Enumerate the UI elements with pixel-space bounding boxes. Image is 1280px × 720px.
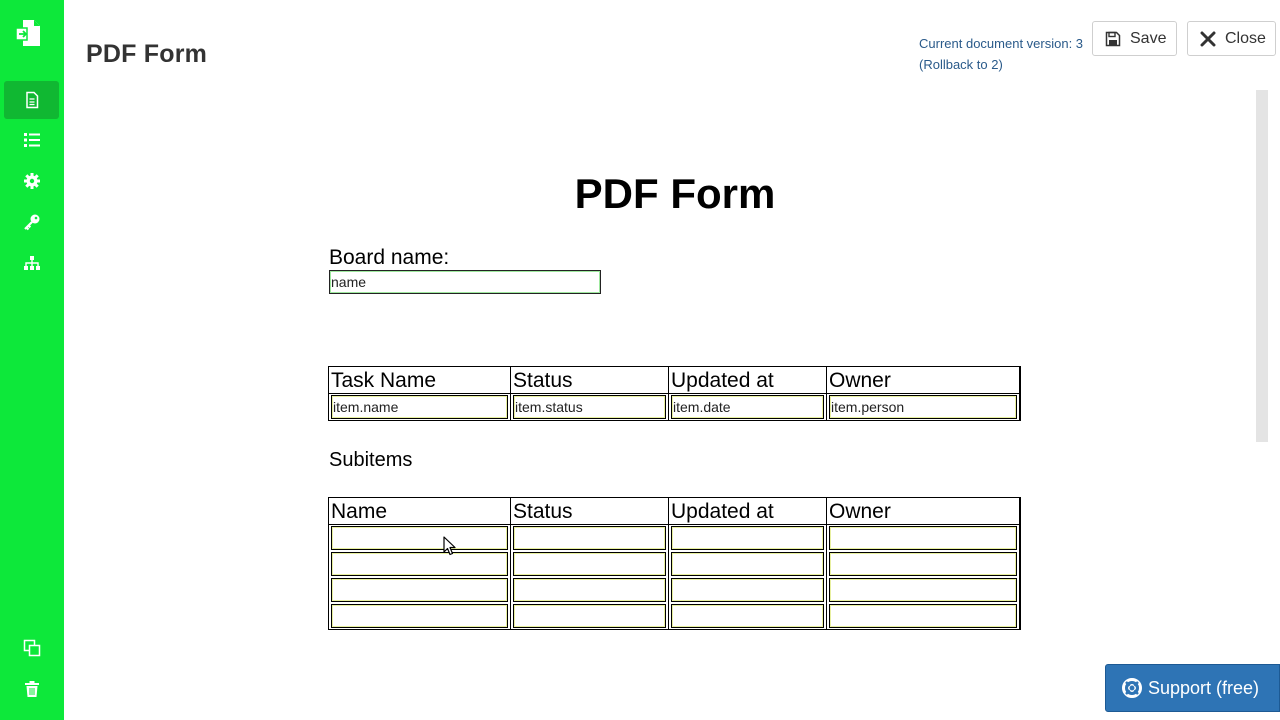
table-row: item.name item.status item.date item.per… [329, 394, 1020, 420]
subitem-name-field[interactable] [331, 604, 508, 628]
subitem-date-field[interactable] [671, 526, 824, 550]
subitem-owner-field[interactable] [829, 552, 1017, 576]
table-cell [329, 603, 511, 629]
subitem-name-field[interactable] [331, 526, 508, 550]
close-button[interactable]: Close [1187, 21, 1276, 56]
trash-icon [24, 681, 39, 697]
table-cell [827, 577, 1020, 603]
column-header: Owner [827, 498, 1020, 525]
sidebar-item-settings[interactable] [4, 162, 59, 200]
table-cell [511, 603, 669, 629]
table-cell [329, 525, 511, 551]
sitemap-icon [23, 256, 40, 270]
document-icon [25, 91, 38, 109]
support-label: Support (free) [1148, 677, 1260, 698]
table-cell [827, 525, 1020, 551]
subitem-name-field[interactable] [331, 578, 508, 602]
version-text: Current document version: 3 [919, 36, 1084, 51]
column-header: Task Name [329, 367, 511, 394]
table-cell: item.status [511, 394, 669, 420]
key-icon [23, 214, 39, 231]
table-cell [511, 525, 669, 551]
sidebar [0, 0, 64, 720]
subitem-status-field[interactable] [513, 578, 666, 602]
subitems-table: Name Status Updated at Owner [328, 497, 1021, 630]
task-name-field[interactable]: item.name [331, 395, 508, 419]
sidebar-item-sitemap[interactable] [4, 245, 59, 283]
table-cell [827, 603, 1020, 629]
save-button[interactable]: Save [1092, 21, 1177, 56]
status-field[interactable]: item.status [513, 395, 666, 419]
owner-field[interactable]: item.person [829, 395, 1017, 419]
subitem-name-field[interactable] [331, 552, 508, 576]
gear-icon [23, 173, 40, 189]
scrollbar[interactable] [1256, 90, 1268, 442]
page-title: PDF Form [86, 40, 208, 68]
table-cell [669, 603, 827, 629]
date-field[interactable]: item.date [671, 395, 824, 419]
column-header: Updated at [669, 367, 827, 394]
sidebar-item-key[interactable] [4, 203, 59, 241]
table-cell [329, 577, 511, 603]
sidebar-item-delete[interactable] [4, 670, 59, 708]
sidebar-item-document[interactable] [4, 81, 59, 119]
copy-icon [23, 639, 40, 657]
close-label: Close [1225, 29, 1266, 47]
table-row [329, 577, 1020, 603]
table-cell: item.name [329, 394, 511, 420]
board-name-label: Board name: [329, 246, 450, 269]
subitem-status-field[interactable] [513, 604, 666, 628]
tasks-header-row: Task Name Status Updated at Owner [329, 367, 1020, 394]
subitem-date-field[interactable] [671, 552, 824, 576]
table-cell: item.date [669, 394, 827, 420]
subitem-status-field[interactable] [513, 552, 666, 576]
table-row [329, 551, 1020, 577]
version-info: Current document version: 3 (Rollback to… [919, 33, 1083, 75]
life-ring-icon [1122, 678, 1142, 698]
close-icon [1200, 31, 1216, 46]
column-header: Name [329, 498, 511, 525]
subitem-owner-field[interactable] [829, 604, 1017, 628]
floppy-disk-icon [1105, 31, 1121, 46]
column-header: Status [511, 498, 669, 525]
column-header: Updated at [669, 498, 827, 525]
tasks-table: Task Name Status Updated at Owner item.n… [328, 366, 1021, 421]
table-cell [669, 577, 827, 603]
subitem-date-field[interactable] [671, 578, 824, 602]
table-row [329, 603, 1020, 629]
column-header: Status [511, 367, 669, 394]
table-cell [669, 525, 827, 551]
table-cell [511, 551, 669, 577]
table-cell [511, 577, 669, 603]
column-header: Owner [827, 367, 1020, 394]
subitems-header-row: Name Status Updated at Owner [329, 498, 1020, 525]
rollback-link[interactable]: (Rollback to 2) [919, 54, 1083, 75]
subitem-status-field[interactable] [513, 526, 666, 550]
subitem-owner-field[interactable] [829, 578, 1017, 602]
sidebar-item-list[interactable] [4, 121, 59, 159]
subitem-owner-field[interactable] [829, 526, 1017, 550]
table-cell: item.person [827, 394, 1020, 420]
board-name-field[interactable]: name [329, 270, 601, 294]
table-cell [827, 551, 1020, 577]
form-title: PDF Form [574, 170, 776, 217]
sidebar-item-copy[interactable] [4, 629, 59, 667]
subitem-date-field[interactable] [671, 604, 824, 628]
app-logo-icon[interactable] [14, 18, 44, 48]
table-row [329, 525, 1020, 551]
table-cell [329, 551, 511, 577]
save-label: Save [1130, 29, 1167, 47]
mouse-pointer-icon [443, 536, 456, 556]
subitems-label: Subitems [329, 449, 413, 471]
support-button[interactable]: Support (free) [1105, 664, 1280, 712]
list-icon [23, 133, 40, 147]
table-cell [669, 551, 827, 577]
